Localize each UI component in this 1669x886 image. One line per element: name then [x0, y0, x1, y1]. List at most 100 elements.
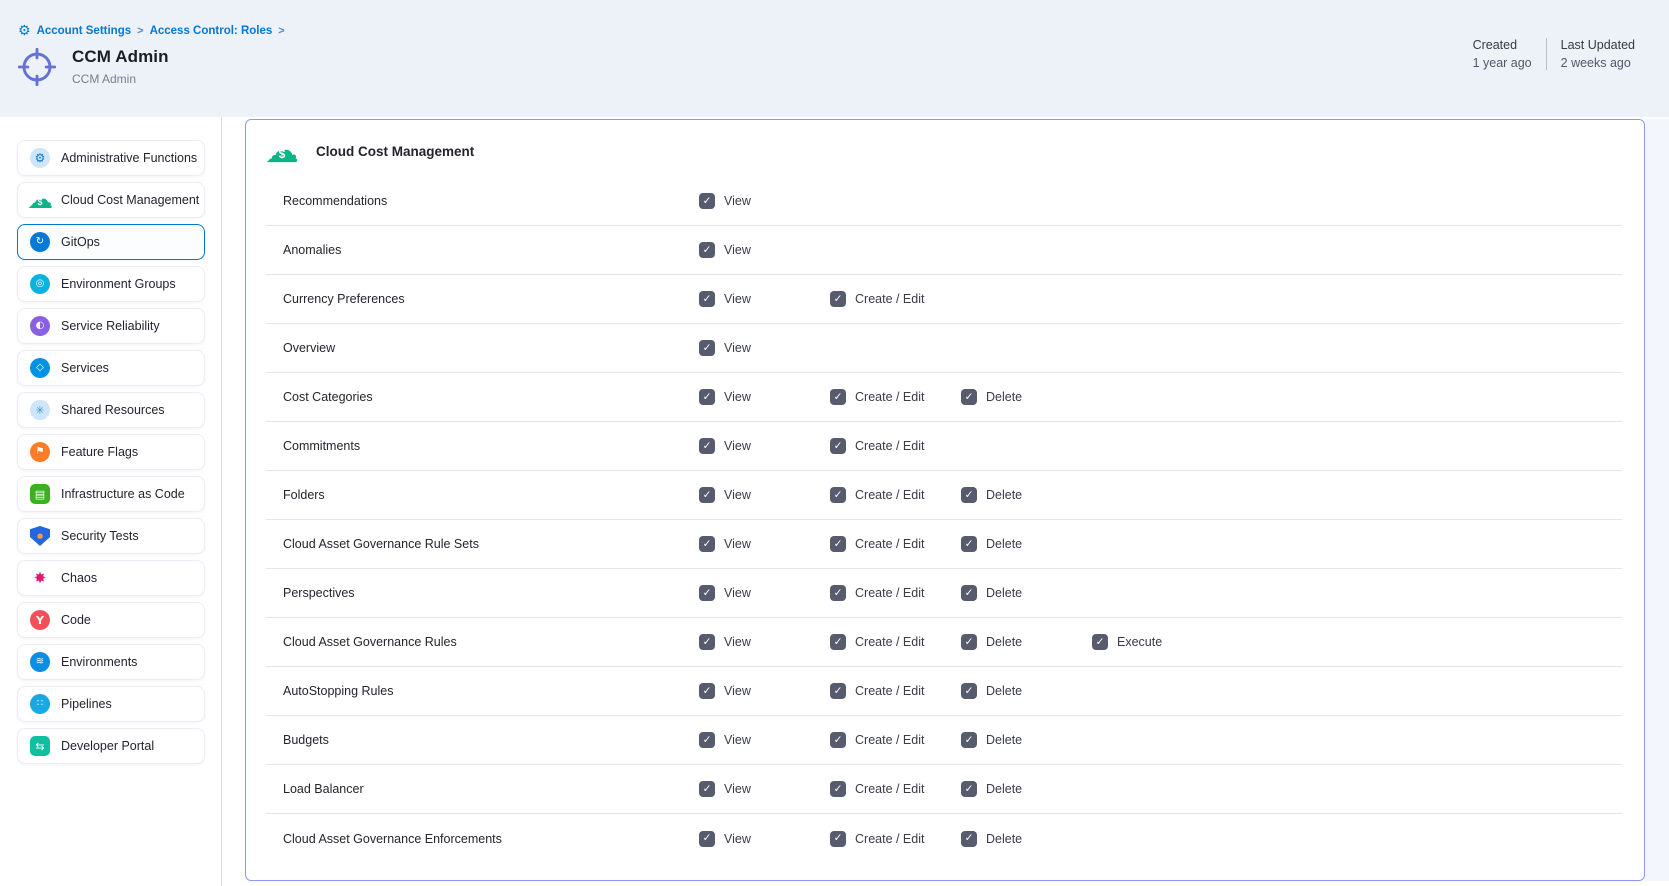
permission-label: Create / Edit	[855, 292, 924, 306]
permission-cell-delete: Delete	[961, 585, 1092, 601]
checkbox-checked[interactable]	[830, 683, 846, 699]
permission-label: View	[724, 586, 751, 600]
checkbox-checked[interactable]	[699, 536, 715, 552]
permission-cell-execute: Execute	[1092, 634, 1223, 650]
permission-cell-create: Create / Edit	[830, 781, 961, 797]
sidebar-item-feature-flags[interactable]: ⚑ Feature Flags	[17, 434, 205, 470]
permission-cell-delete: Delete	[961, 831, 1092, 847]
sidebar-item-shared-resources[interactable]: ✳ Shared Resources	[17, 392, 205, 428]
checkbox-checked[interactable]	[699, 340, 715, 356]
checkbox-checked[interactable]	[961, 781, 977, 797]
breadcrumb-link-access-control-roles[interactable]: Access Control: Roles	[150, 25, 273, 37]
checkbox-checked[interactable]	[699, 438, 715, 454]
resource-label: Overview	[266, 341, 699, 355]
sidebar-item-environment-groups[interactable]: ◎ Environment Groups	[17, 266, 205, 302]
checkbox-checked[interactable]	[699, 732, 715, 748]
sidebar-item-services[interactable]: ◇ Services	[17, 350, 205, 386]
sidebar-item-security-tests[interactable]: ● Security Tests	[17, 518, 205, 554]
page-subtitle: CCM Admin	[72, 72, 169, 86]
checkbox-checked[interactable]	[830, 781, 846, 797]
checkbox-checked[interactable]	[961, 732, 977, 748]
permission-cell-view: View	[699, 634, 830, 650]
checkbox-checked[interactable]	[699, 831, 715, 847]
sidebar-item-environments[interactable]: ≋ Environments	[17, 644, 205, 680]
permission-cell-delete: Delete	[961, 781, 1092, 797]
checkbox-checked[interactable]	[699, 291, 715, 307]
gitops-icon: ↻	[30, 232, 50, 252]
checkbox-checked[interactable]	[961, 536, 977, 552]
page-title: CCM Admin	[72, 47, 169, 67]
created-value: 1 year ago	[1473, 56, 1532, 70]
developer-portal-icon: ⇆	[30, 736, 50, 756]
checkbox-checked[interactable]	[830, 487, 846, 503]
resource-label: Currency Preferences	[266, 292, 699, 306]
permission-cell-delete: Delete	[961, 683, 1092, 699]
breadcrumb-link-account-settings[interactable]: Account Settings	[37, 25, 132, 37]
permission-label: Create / Edit	[855, 390, 924, 404]
pipelines-icon: ∷	[30, 694, 50, 714]
environments-icon: ≋	[30, 652, 50, 672]
sidebar-item-cloud-cost-management[interactable]: ☁$ Cloud Cost Management	[17, 182, 205, 218]
checkbox-checked[interactable]	[699, 781, 715, 797]
sidebar-item-gitops[interactable]: ↻ GitOps	[17, 224, 205, 260]
checkbox-checked[interactable]	[830, 291, 846, 307]
checkbox-checked[interactable]	[830, 536, 846, 552]
checkbox-checked[interactable]	[830, 732, 846, 748]
permission-cell-create: Create / Edit	[830, 683, 961, 699]
checkbox-checked[interactable]	[961, 487, 977, 503]
panel-header: ☁$ Cloud Cost Management	[246, 120, 1644, 177]
gear-icon[interactable]: ⚙	[18, 24, 31, 38]
sidebar-item-developer-portal[interactable]: ⇆ Developer Portal	[17, 728, 205, 764]
permission-cell-delete: Delete	[961, 536, 1092, 552]
permission-row: Overview View	[266, 324, 1622, 373]
permission-cell-view: View	[699, 487, 830, 503]
permission-row: Folders View Create / Edit Delete	[266, 471, 1622, 520]
permission-label: Execute	[1117, 635, 1162, 649]
checkbox-checked[interactable]	[830, 831, 846, 847]
checkbox-checked[interactable]	[699, 389, 715, 405]
sidebar-item-chaos[interactable]: ✸ Chaos	[17, 560, 205, 596]
checkbox-checked[interactable]	[699, 683, 715, 699]
sidebar-item-code[interactable]: Y Code	[17, 602, 205, 638]
resource-label: Load Balancer	[266, 782, 699, 796]
sidebar-item-label: Chaos	[61, 571, 97, 585]
chaos-icon: ✸	[30, 568, 50, 588]
checkbox-checked[interactable]	[961, 634, 977, 650]
checkbox-checked[interactable]	[961, 389, 977, 405]
resource-label: Cloud Asset Governance Rule Sets	[266, 537, 699, 551]
scrollbar-track[interactable]	[1645, 119, 1669, 881]
permission-cell-create: Create / Edit	[830, 732, 961, 748]
checkbox-checked[interactable]	[830, 438, 846, 454]
permission-cell-view: View	[699, 781, 830, 797]
permission-cell-create: Create / Edit	[830, 291, 961, 307]
permission-cell-create: Create / Edit	[830, 487, 961, 503]
checkbox-checked[interactable]	[830, 634, 846, 650]
permission-label: Create / Edit	[855, 832, 924, 846]
checkbox-checked[interactable]	[961, 585, 977, 601]
checkbox-checked[interactable]	[699, 487, 715, 503]
checkbox-checked[interactable]	[961, 831, 977, 847]
permission-label: View	[724, 390, 751, 404]
checkbox-checked[interactable]	[699, 585, 715, 601]
checkbox-checked[interactable]	[699, 193, 715, 209]
permission-cell-delete: Delete	[961, 634, 1092, 650]
permission-row: Commitments View Create / Edit	[266, 422, 1622, 471]
sidebar-item-service-reliability[interactable]: ◐ Service Reliability	[17, 308, 205, 344]
checkbox-checked[interactable]	[830, 585, 846, 601]
checkbox-checked[interactable]	[830, 389, 846, 405]
feature-flags-icon: ⚑	[30, 442, 50, 462]
sidebar-item-administrative-functions[interactable]: ⚙ Administrative Functions	[17, 140, 205, 176]
sidebar-item-infrastructure-as-code[interactable]: ▤ Infrastructure as Code	[17, 476, 205, 512]
permission-label: Create / Edit	[855, 488, 924, 502]
checkbox-checked[interactable]	[699, 634, 715, 650]
permission-label: Delete	[986, 832, 1022, 846]
checkbox-checked[interactable]	[961, 683, 977, 699]
sidebar-item-pipelines[interactable]: ∷ Pipelines	[17, 686, 205, 722]
checkbox-checked[interactable]	[699, 242, 715, 258]
checkbox-checked[interactable]	[1092, 634, 1108, 650]
gear-icon: ⚙	[30, 148, 50, 168]
permission-label: Delete	[986, 635, 1022, 649]
sidebar-item-label: Shared Resources	[61, 403, 165, 417]
permission-cell-view: View	[699, 340, 830, 356]
permission-label: View	[724, 782, 751, 796]
